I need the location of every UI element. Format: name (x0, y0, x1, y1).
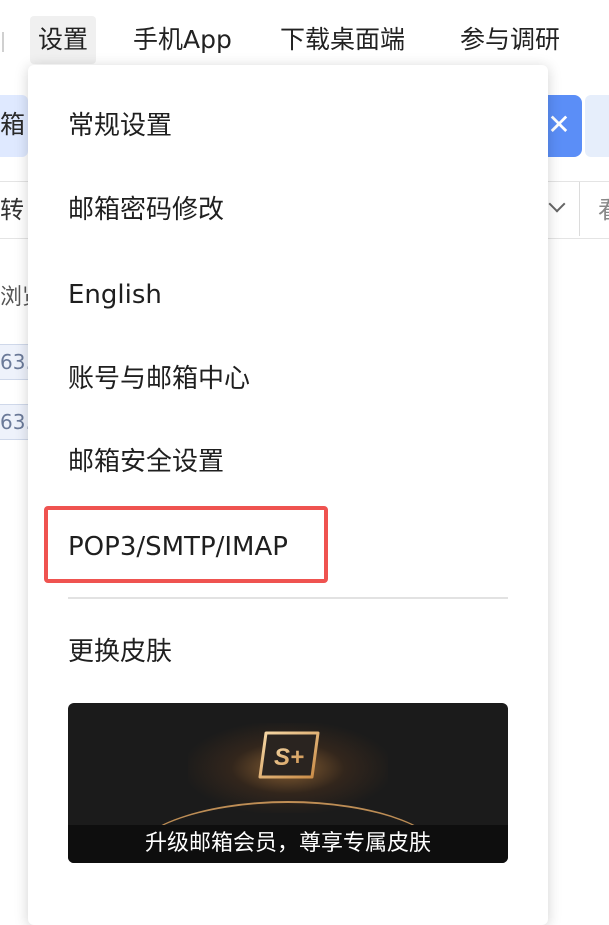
logo-text: S+ (274, 744, 304, 771)
nav-settings[interactable]: 设置 (30, 16, 97, 64)
menu-item-general-settings[interactable]: 常规设置 (68, 101, 172, 151)
membership-promo-banner[interactable]: S+ 升级邮箱会员，尊享专属皮肤 (68, 703, 508, 863)
menu-item-security-settings[interactable]: 邮箱安全设置 (68, 437, 224, 487)
menu-divider (68, 597, 508, 599)
settings-dropdown-menu: 常规设置 邮箱密码修改 English 账号与邮箱中心 邮箱安全设置 POP3/… (28, 65, 548, 925)
address-chip[interactable]: 63. (0, 344, 31, 380)
background-tab-inbox[interactable]: 箱 (0, 95, 28, 157)
promo-text: 升级邮箱会员，尊享专属皮肤 (144, 831, 431, 856)
menu-item-english[interactable]: English (68, 270, 162, 320)
address-chip[interactable]: 63. (0, 404, 31, 440)
close-icon[interactable]: ✕ (546, 107, 572, 143)
view-label[interactable]: 看 (598, 190, 609, 230)
nav-download-desktop[interactable]: 下载桌面端 (280, 16, 405, 64)
nav-separator (2, 32, 4, 52)
s-plus-logo-icon: S+ (258, 731, 320, 779)
menu-item-change-password[interactable]: 邮箱密码修改 (68, 185, 224, 235)
chevron-down-icon (548, 195, 566, 213)
background-tab-label: 箱 (0, 110, 26, 139)
nav-survey[interactable]: 参与调研 (460, 16, 560, 64)
menu-item-pop3-smtp-imap[interactable]: POP3/SMTP/IMAP (68, 522, 288, 572)
forward-label[interactable]: 转 (0, 190, 24, 230)
menu-item-change-skin[interactable]: 更换皮肤 (68, 627, 172, 677)
nav-mobile-app[interactable]: 手机App (133, 16, 232, 64)
background-tab-more[interactable] (585, 95, 609, 157)
menu-item-account-center[interactable]: 账号与邮箱中心 (68, 354, 250, 404)
promo-band: 升级邮箱会员，尊享专属皮肤 (68, 825, 508, 863)
